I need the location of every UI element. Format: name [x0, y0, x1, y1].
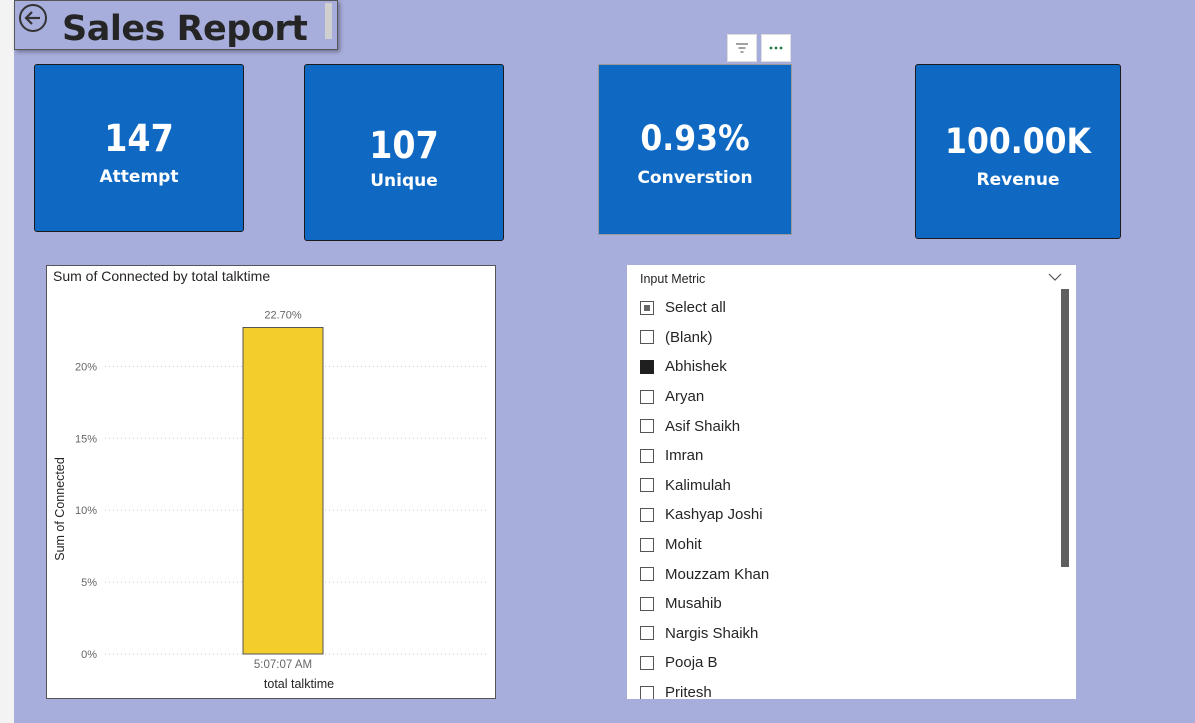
y-axis-label: Sum of Connected [53, 457, 67, 561]
data-label: 22.70% [264, 310, 302, 322]
checkbox[interactable] [640, 419, 654, 434]
title-visual: Sales Report [14, 0, 338, 50]
bar-chart-visual[interactable]: Sum of Connected by total talktime 0% 5% 1… [46, 265, 496, 699]
slicer-item-label: Mouzzam Khan [665, 565, 770, 583]
slicer-item[interactable]: Pooja B [640, 648, 1056, 678]
slicer-item[interactable]: Abhishek [640, 352, 1056, 382]
slicer-item-label: Pritesh [665, 684, 712, 699]
slicer-item[interactable]: Select all [640, 293, 1056, 323]
checkbox[interactable] [640, 685, 654, 699]
slicer-item[interactable]: Mouzzam Khan [640, 559, 1056, 589]
slicer-item-label: Select all [665, 299, 726, 317]
x-tick-label: 5:07:07 AM [254, 659, 312, 671]
kpi-label: Revenue [976, 170, 1060, 190]
kpi-value: 100.00K [945, 122, 1091, 162]
slicer-item-label: Nargis Shaikh [665, 624, 759, 642]
title-scrollbar[interactable] [325, 3, 332, 39]
checkbox[interactable] [640, 596, 654, 611]
bar [242, 327, 324, 655]
checkbox[interactable] [640, 448, 654, 463]
kpi-card-conversion[interactable]: 0.93% Converstion [598, 64, 792, 235]
more-options-icon [769, 46, 783, 50]
slicer-item-label: Abhishek [665, 358, 727, 376]
checkbox[interactable] [640, 626, 654, 641]
slicer-item[interactable]: Musahib [640, 589, 1056, 619]
checkbox[interactable] [640, 300, 654, 315]
checkbox[interactable] [640, 359, 654, 374]
checkbox[interactable] [640, 567, 654, 582]
slicer-item-label: Pooja B [665, 654, 718, 672]
y-tick-label: 15% [75, 433, 97, 445]
checkbox[interactable] [640, 655, 654, 670]
slicer-item-label: Musahib [665, 595, 722, 613]
checkbox[interactable] [640, 507, 654, 522]
slicer-item-label: Aryan [665, 388, 705, 406]
slicer-item[interactable]: Imran [640, 441, 1056, 471]
slicer-item[interactable]: Kashyap Joshi [640, 500, 1056, 530]
canvas-left-margin [0, 0, 14, 723]
x-axis-label: total talktime [264, 677, 334, 691]
kpi-label: Unique [370, 171, 438, 191]
slicer-item[interactable]: (Blank) [640, 323, 1056, 353]
slicer-item-label: (Blank) [665, 328, 713, 346]
checkbox[interactable] [640, 537, 654, 552]
slicer-item-label: Asif Shaikh [665, 417, 741, 435]
slicer-item-label: Mohit [665, 536, 702, 554]
slicer-item[interactable]: Nargis Shaikh [640, 619, 1056, 649]
checkbox[interactable] [640, 389, 654, 404]
chevron-down-icon[interactable] [1047, 271, 1063, 283]
slicer-item-label: Imran [665, 447, 704, 465]
slicer-list: Select all (Blank) Abhishek Aryan Asif Shaik… [640, 293, 1056, 699]
slicer-item[interactable]: Asif Shaikh [640, 411, 1056, 441]
kpi-card-unique[interactable]: 107 Unique [304, 64, 504, 241]
kpi-value: 0.93% [640, 119, 750, 159]
checkbox[interactable] [640, 478, 654, 493]
slicer-scrollbar[interactable] [1061, 289, 1069, 567]
slicer-item[interactable]: Pritesh [640, 678, 1056, 699]
back-arrow-icon[interactable] [18, 3, 48, 33]
slicer-header: Input Metric [640, 272, 706, 286]
kpi-label: Attempt [99, 167, 179, 187]
input-metric-slicer[interactable]: Input Metric Select all (Blank) Abhishek Ar… [627, 265, 1076, 699]
checkbox[interactable] [640, 330, 654, 345]
y-tick-label: 5% [81, 577, 97, 589]
slicer-item[interactable]: Aryan [640, 382, 1056, 412]
kpi-value: 147 [104, 117, 174, 160]
kpi-card-revenue[interactable]: 100.00K Revenue [915, 64, 1121, 239]
kpi-value: 107 [369, 124, 439, 167]
slicer-item[interactable]: Mohit [640, 530, 1056, 560]
kpi-label: Converstion [637, 168, 753, 188]
y-tick-label: 20% [75, 361, 97, 373]
page-title: Sales Report [62, 9, 308, 49]
slicer-item[interactable]: Kalimulah [640, 471, 1056, 501]
slicer-item-label: Kalimulah [665, 476, 731, 494]
y-tick-label: 10% [75, 505, 97, 517]
slicer-item-label: Kashyap Joshi [665, 506, 763, 524]
filter-icon [736, 43, 748, 53]
filter-button[interactable] [727, 34, 757, 62]
more-options-button[interactable] [761, 34, 791, 62]
kpi-card-attempt[interactable]: 147 Attempt [34, 64, 244, 232]
bar-chart: 0% 5% 10% 15% 20% Sum of Connected 22.70% 5:07:… [53, 310, 487, 691]
y-tick-label: 0% [81, 649, 97, 661]
